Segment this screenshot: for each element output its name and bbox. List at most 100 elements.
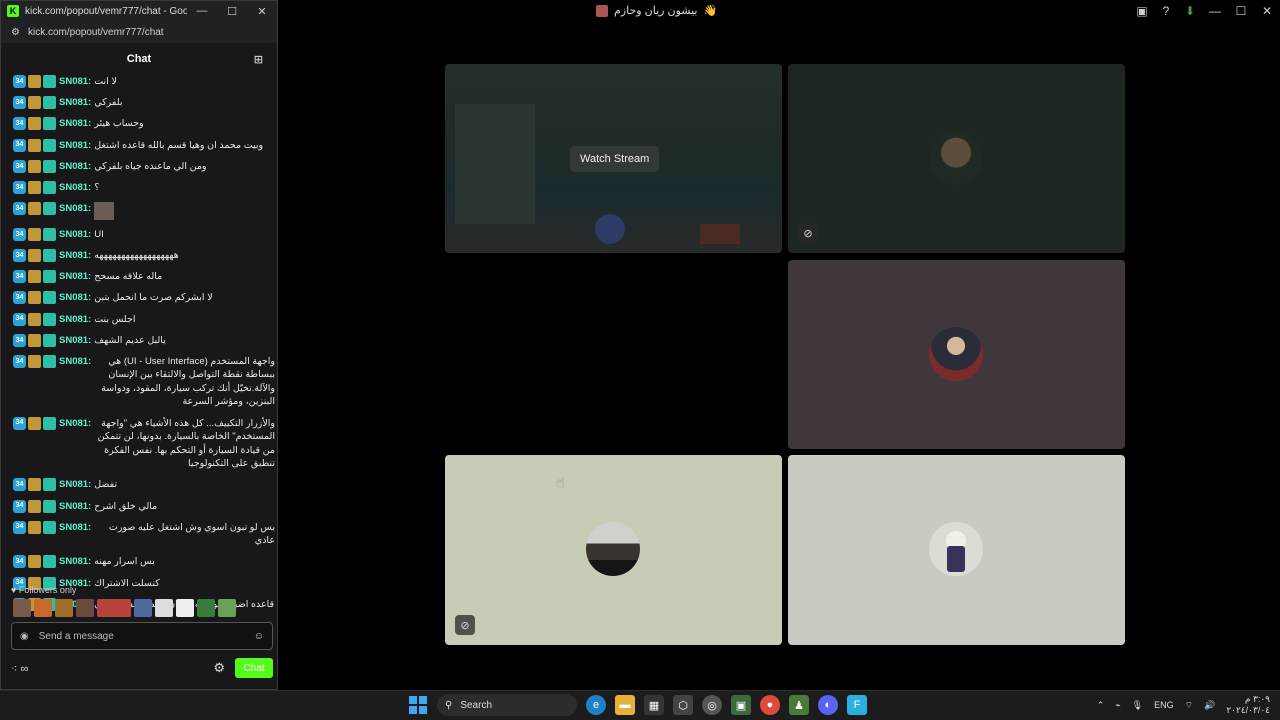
chat-username[interactable]: SN081: [59,202,91,216]
chrome-icon[interactable]: ● [760,695,780,715]
crown-badge-icon [28,291,41,305]
close-button[interactable]: ✕ [247,5,277,18]
help-icon[interactable]: ? [1154,0,1178,22]
volume-icon[interactable]: 🔊 [1204,700,1215,711]
verified-badge-icon [43,138,56,152]
media-icon[interactable]: ▣ [1130,0,1154,22]
network-icon[interactable]: ⌁ [1115,700,1120,711]
chat-username[interactable]: SN081: [59,417,91,431]
chat-username[interactable]: SN081: [59,160,91,174]
taskbar-search[interactable]: ⚲ Search [437,694,577,716]
app-icon[interactable]: ⬡ [673,695,693,715]
send-message-input[interactable]: ◉ Send a message ☺ [11,622,273,650]
chat-username[interactable]: SN081: [59,117,91,131]
chat-message-text: يالبل عديم الشهف [94,334,166,346]
close-button[interactable]: ✕ [1254,0,1280,22]
verified-badge-icon [43,312,56,326]
mic-icon[interactable]: 🎙 [1132,700,1143,711]
file-explorer-icon[interactable]: ▬ [615,695,635,715]
discord-icon[interactable]: ◐ [818,695,838,715]
chat-message: 34 SN081: لا انت [13,75,275,89]
download-icon[interactable]: ⬇ [1178,0,1202,22]
maximize-button[interactable]: ☐ [217,5,247,18]
crown-badge-icon [28,75,41,88]
emote[interactable] [34,599,52,617]
app-icon[interactable]: F [847,695,867,715]
muted-icon: ⊘ [798,223,818,243]
verified-badge-icon [43,270,56,284]
site-settings-icon[interactable]: ⚙ [11,27,20,38]
emote[interactable] [176,599,194,617]
verified-badge-icon [43,520,56,534]
chat-message: 34 SN081: UI [13,227,275,242]
chat-message-text: وحساب هيئر [94,118,144,130]
video-tile-participant[interactable]: ⊘ [445,455,782,645]
chat-message-text: بس اسرار مهنه [94,556,155,568]
emote[interactable] [55,599,73,617]
url-text: kick.com/popout/vemr777/chat [27,26,164,38]
minimize-button[interactable]: — [1202,0,1228,22]
app-icon[interactable]: ♟ [789,695,809,715]
emote[interactable] [97,599,131,617]
chat-username[interactable]: SN081: [59,555,91,569]
video-tile-participant[interactable]: ⊘ [788,64,1125,253]
chat-username[interactable]: SN081: [59,96,91,110]
subscriber-badge-icon: 34 [13,202,26,216]
chat-username[interactable]: SN081: [59,291,91,305]
clock[interactable]: ٣:٠٩ م ٢٠٢٤/٠٣/٠٤ [1226,694,1270,716]
language-indicator[interactable]: ENG [1154,700,1174,710]
emote[interactable] [134,599,152,617]
store-icon[interactable]: ▦ [644,695,664,715]
maximize-button[interactable]: ☐ [1228,0,1254,22]
chat-username[interactable]: SN081: [59,313,91,327]
wifi-icon[interactable]: ⌔ [1185,700,1193,711]
emote-bar [13,599,236,617]
chevron-up-icon[interactable]: ⌃ [1097,700,1105,711]
windows-start-icon[interactable] [408,695,428,715]
subscriber-badge-icon: 34 [13,354,26,368]
chat-username[interactable]: SN081: [59,139,91,153]
app-icon[interactable]: ▣ [731,695,751,715]
watch-stream-button[interactable]: Watch Stream [570,146,660,172]
chat-message: 34 SN081: والأزرار التكييف... كل هذه الأشي… [13,416,275,471]
address-bar[interactable]: ⚙ kick.com/popout/vemr777/chat [1,21,277,43]
chat-username[interactable]: SN081: [59,249,91,263]
video-tile-participant[interactable] [788,260,1125,449]
points-icon[interactable]: ⁖ ∞ [11,662,28,675]
gear-icon[interactable]: ⚙ [213,660,225,676]
chat-message: 34 SN081: بلفركي [13,96,275,110]
chat-username[interactable]: SN081: [59,270,91,284]
subscriber-badge-icon: 34 [13,249,26,262]
chat-username[interactable]: SN081: [59,181,91,195]
gift-icon[interactable]: ⊞ [254,53,263,66]
emote[interactable] [197,599,215,617]
chat-title: Chat [126,53,152,65]
verified-badge-icon [43,291,56,305]
tab-title[interactable]: بيشون ريان وحازم 👋 [596,4,717,17]
emote[interactable] [76,599,94,617]
chat-username[interactable]: SN081: [59,334,91,348]
verified-badge-icon [43,96,56,110]
chat-username[interactable]: SN081: [59,521,91,535]
chat-username[interactable]: SN081: [59,228,91,242]
emote[interactable] [13,599,31,617]
app-icon[interactable]: ◎ [702,695,722,715]
timer-icon[interactable]: ◉ [20,631,29,642]
tab-favicon-icon [596,4,608,17]
avatar [929,131,983,185]
edge-icon[interactable]: e [586,695,606,715]
video-tile-participant[interactable] [788,455,1125,645]
chat-send-button[interactable]: Chat [235,658,273,678]
crown-badge-icon [28,270,41,284]
chat-username[interactable]: SN081: [59,478,91,492]
chat-username[interactable]: SN081: [59,75,91,89]
minimize-button[interactable]: — [187,5,217,17]
emote[interactable] [155,599,173,617]
chat-username[interactable]: SN081: [59,500,91,514]
desktop: بيشون ريان وحازم 👋 ▣ ? ⬇ — ☐ ✕ Watch Str… [0,0,1280,720]
followers-only-label: ♥ Followers only [11,585,77,595]
emoji-icon[interactable]: ☺ [254,631,264,642]
chat-username[interactable]: SN081: [59,355,91,369]
emote[interactable] [218,599,236,617]
video-tile-stream[interactable]: Watch Stream [445,64,782,253]
